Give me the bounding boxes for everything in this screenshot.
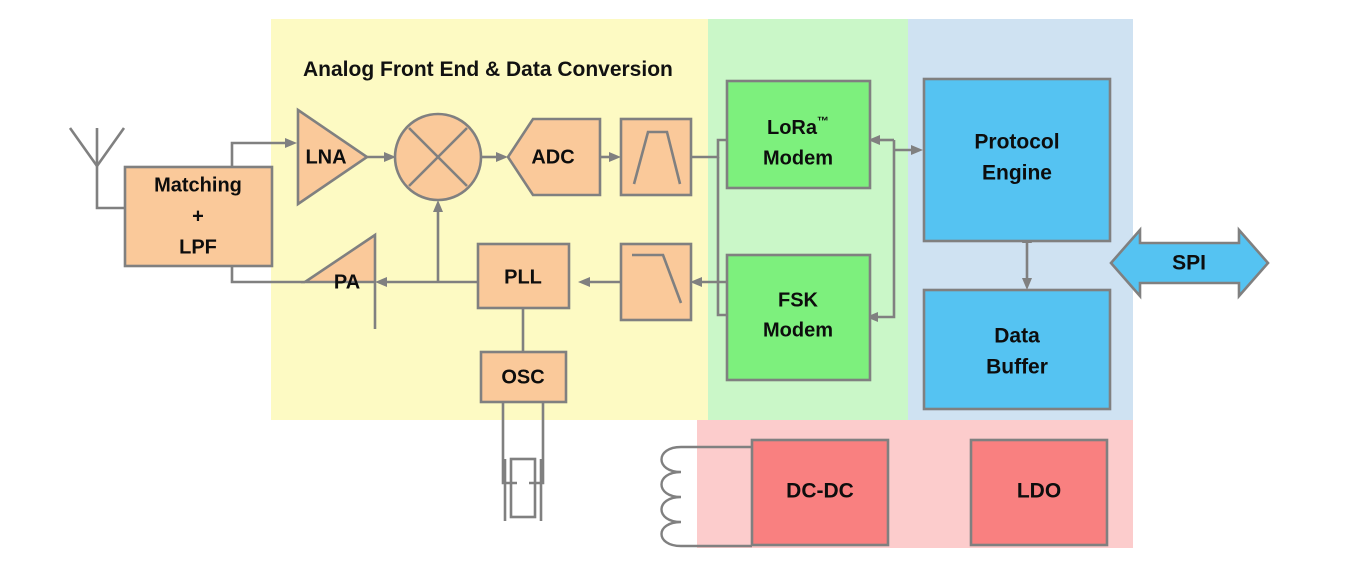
block-lora-modem[interactable]: LoRa™ Modem [725,79,872,190]
block-lora-modem-name: LoRa [767,117,818,139]
block-lowpass-filter[interactable] [619,242,693,322]
block-osc-label: OSC [501,366,544,388]
block-pll-label: PLL [504,266,542,288]
block-diagram: Analog Front End & Data Conversion Match… [68,19,1270,548]
block-lna-label: LNA [305,146,346,168]
block-ldo[interactable]: LDO [969,438,1109,547]
block-pll[interactable]: PLL [476,242,571,310]
block-adc-label: ADC [531,146,574,168]
block-fsk-modem-label-2: Modem [763,319,833,341]
block-matching-label-3: LPF [179,236,217,258]
block-mixer[interactable] [393,112,483,202]
block-lora-modem-label-2: Modem [763,147,833,169]
block-protocol-engine-label-1: Protocol [974,131,1059,154]
block-data-buffer[interactable]: Data Buffer [922,288,1112,411]
block-data-buffer-label-2: Buffer [986,356,1048,379]
block-osc[interactable]: OSC [479,350,568,404]
block-protocol-engine[interactable]: Protocol Engine [922,77,1112,243]
block-pa-label: PA [334,271,360,293]
panel-title-analog: Analog Front End & Data Conversion [303,58,673,81]
block-dc-dc-label: DC-DC [786,480,854,503]
block-dc-dc[interactable]: DC-DC [750,438,890,547]
block-bandpass-filter[interactable] [619,117,693,197]
block-spi-interface[interactable]: SPI [1109,226,1270,300]
block-spi-label: SPI [1172,252,1206,275]
block-fsk-modem-label-1: FSK [778,289,819,311]
trademark-glyph: ™ [817,114,829,128]
block-protocol-engine-label-2: Engine [982,162,1052,185]
block-matching-label-2: + [192,205,204,227]
block-matching-lpf[interactable]: Matching + LPF [123,165,274,268]
antenna-icon [68,127,126,210]
block-fsk-modem[interactable]: FSK Modem [725,253,872,382]
block-matching-label-1: Matching [154,174,242,196]
block-data-buffer-label-1: Data [994,325,1040,348]
block-ldo-label: LDO [1017,480,1061,503]
diagram-canvas: Analog Front End & Data Conversion Match… [0,0,1346,573]
